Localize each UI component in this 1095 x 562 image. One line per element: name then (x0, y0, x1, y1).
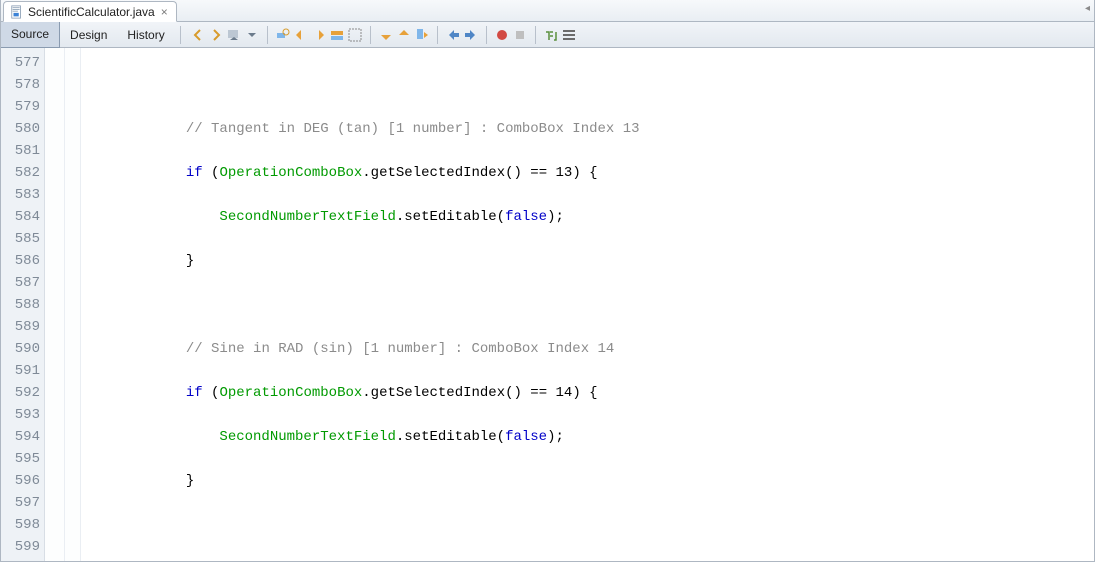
code-text: } (186, 253, 194, 269)
toolbar-separator (180, 26, 181, 44)
line-number: 586 (11, 250, 40, 272)
code-indent (85, 165, 186, 181)
line-number: 578 (11, 74, 40, 96)
line-number: 592 (11, 382, 40, 404)
code-text: .getSelectedIndex() == 14) { (362, 385, 597, 401)
code-text: ); (547, 429, 564, 445)
code-text: .setEditable( (396, 209, 505, 225)
code-text: .getSelectedIndex() == 13) { (362, 165, 597, 181)
toolbar-separator (267, 26, 268, 44)
tab-close-icon[interactable]: × (159, 5, 170, 19)
line-number: 581 (11, 140, 40, 162)
line-number: 583 (11, 184, 40, 206)
line-number-gutter: 577 578 579 580 581 582 583 584 585 586 … (1, 48, 45, 561)
code-text: ); (547, 209, 564, 225)
toolbar-separator (370, 26, 371, 44)
toolbar-separator (535, 26, 536, 44)
code-identifier: OperationComboBox (219, 385, 362, 401)
shift-right-icon[interactable] (463, 27, 479, 43)
code-keyword: if (186, 385, 203, 401)
prev-bookmark-icon[interactable] (378, 27, 394, 43)
find-selection-icon[interactable] (275, 27, 291, 43)
editor-toolbar: Source Design History (1, 22, 1094, 48)
line-number: 596 (11, 470, 40, 492)
mode-history-label: History (127, 28, 164, 42)
nav-forward-icon[interactable] (208, 27, 224, 43)
mode-history-button[interactable]: History (117, 22, 174, 48)
line-number: 579 (11, 96, 40, 118)
mode-source-label: Source (11, 27, 49, 41)
line-number: 598 (11, 514, 40, 536)
uncomment-icon[interactable] (561, 27, 577, 43)
glyph-strip (65, 48, 81, 561)
code-indent (85, 253, 186, 269)
find-next-icon[interactable] (311, 27, 327, 43)
next-bookmark-icon[interactable] (396, 27, 412, 43)
fold-strip[interactable] (45, 48, 65, 561)
code-indent (85, 121, 186, 137)
line-number: 595 (11, 448, 40, 470)
nav-back-icon[interactable] (190, 27, 206, 43)
line-number: 593 (11, 404, 40, 426)
code-keyword: false (505, 209, 547, 225)
code-keyword: if (186, 165, 203, 181)
code-area[interactable]: // Tangent in DEG (tan) [1 number] : Com… (81, 48, 1094, 561)
code-comment: // Tangent in DEG (tan) [1 number] : Com… (186, 121, 640, 137)
line-number: 580 (11, 118, 40, 140)
code-text: .setEditable( (396, 429, 505, 445)
tab-scientificcalculator[interactable]: ScientificCalculator.java × (3, 1, 177, 22)
line-number: 599 (11, 536, 40, 558)
code-text: ( (203, 165, 220, 181)
code-text: ( (203, 385, 220, 401)
line-number: 587 (11, 272, 40, 294)
toolbar-separator (486, 26, 487, 44)
dropdown-icon[interactable] (226, 27, 242, 43)
mode-design-label: Design (70, 28, 107, 42)
code-identifier: SecondNumberTextField (219, 209, 395, 225)
line-number: 591 (11, 360, 40, 382)
mode-design-button[interactable]: Design (60, 22, 117, 48)
code-indent (85, 341, 186, 357)
code-indent (85, 429, 219, 445)
shift-left-icon[interactable] (445, 27, 461, 43)
line-number: 589 (11, 316, 40, 338)
code-editor[interactable]: 577 578 579 580 581 582 583 584 585 586 … (1, 48, 1094, 561)
code-keyword: false (505, 429, 547, 445)
code-text: } (186, 473, 194, 489)
line-number: 582 (11, 162, 40, 184)
comment-icon[interactable] (543, 27, 559, 43)
code-identifier: SecondNumberTextField (219, 429, 395, 445)
toggle-rect-select-icon[interactable] (347, 27, 363, 43)
toggle-bookmark-icon[interactable] (414, 27, 430, 43)
find-prev-icon[interactable] (293, 27, 309, 43)
macro-record-icon[interactable] (494, 27, 510, 43)
toolbar-separator (437, 26, 438, 44)
mode-source-button[interactable]: Source (1, 22, 60, 48)
code-indent (85, 473, 186, 489)
code-identifier: OperationComboBox (219, 165, 362, 181)
line-number: 597 (11, 492, 40, 514)
dropdown-chevron-icon[interactable] (244, 27, 260, 43)
line-number: 594 (11, 426, 40, 448)
toggle-highlight-icon[interactable] (329, 27, 345, 43)
code-indent (85, 385, 186, 401)
line-number: 585 (11, 228, 40, 250)
line-number: 584 (11, 206, 40, 228)
code-comment: // Sine in RAD (sin) [1 number] : ComboB… (186, 341, 614, 357)
code-indent (85, 209, 219, 225)
line-number: 590 (11, 338, 40, 360)
editor-tabbar: ScientificCalculator.java × ◂ (1, 0, 1094, 22)
tab-scroll-left-icon[interactable]: ◂ (1085, 3, 1090, 14)
macro-stop-icon[interactable] (512, 27, 528, 43)
java-file-icon (10, 5, 24, 19)
line-number: 577 (11, 52, 40, 74)
line-number: 588 (11, 294, 40, 316)
tab-label: ScientificCalculator.java (28, 5, 155, 19)
